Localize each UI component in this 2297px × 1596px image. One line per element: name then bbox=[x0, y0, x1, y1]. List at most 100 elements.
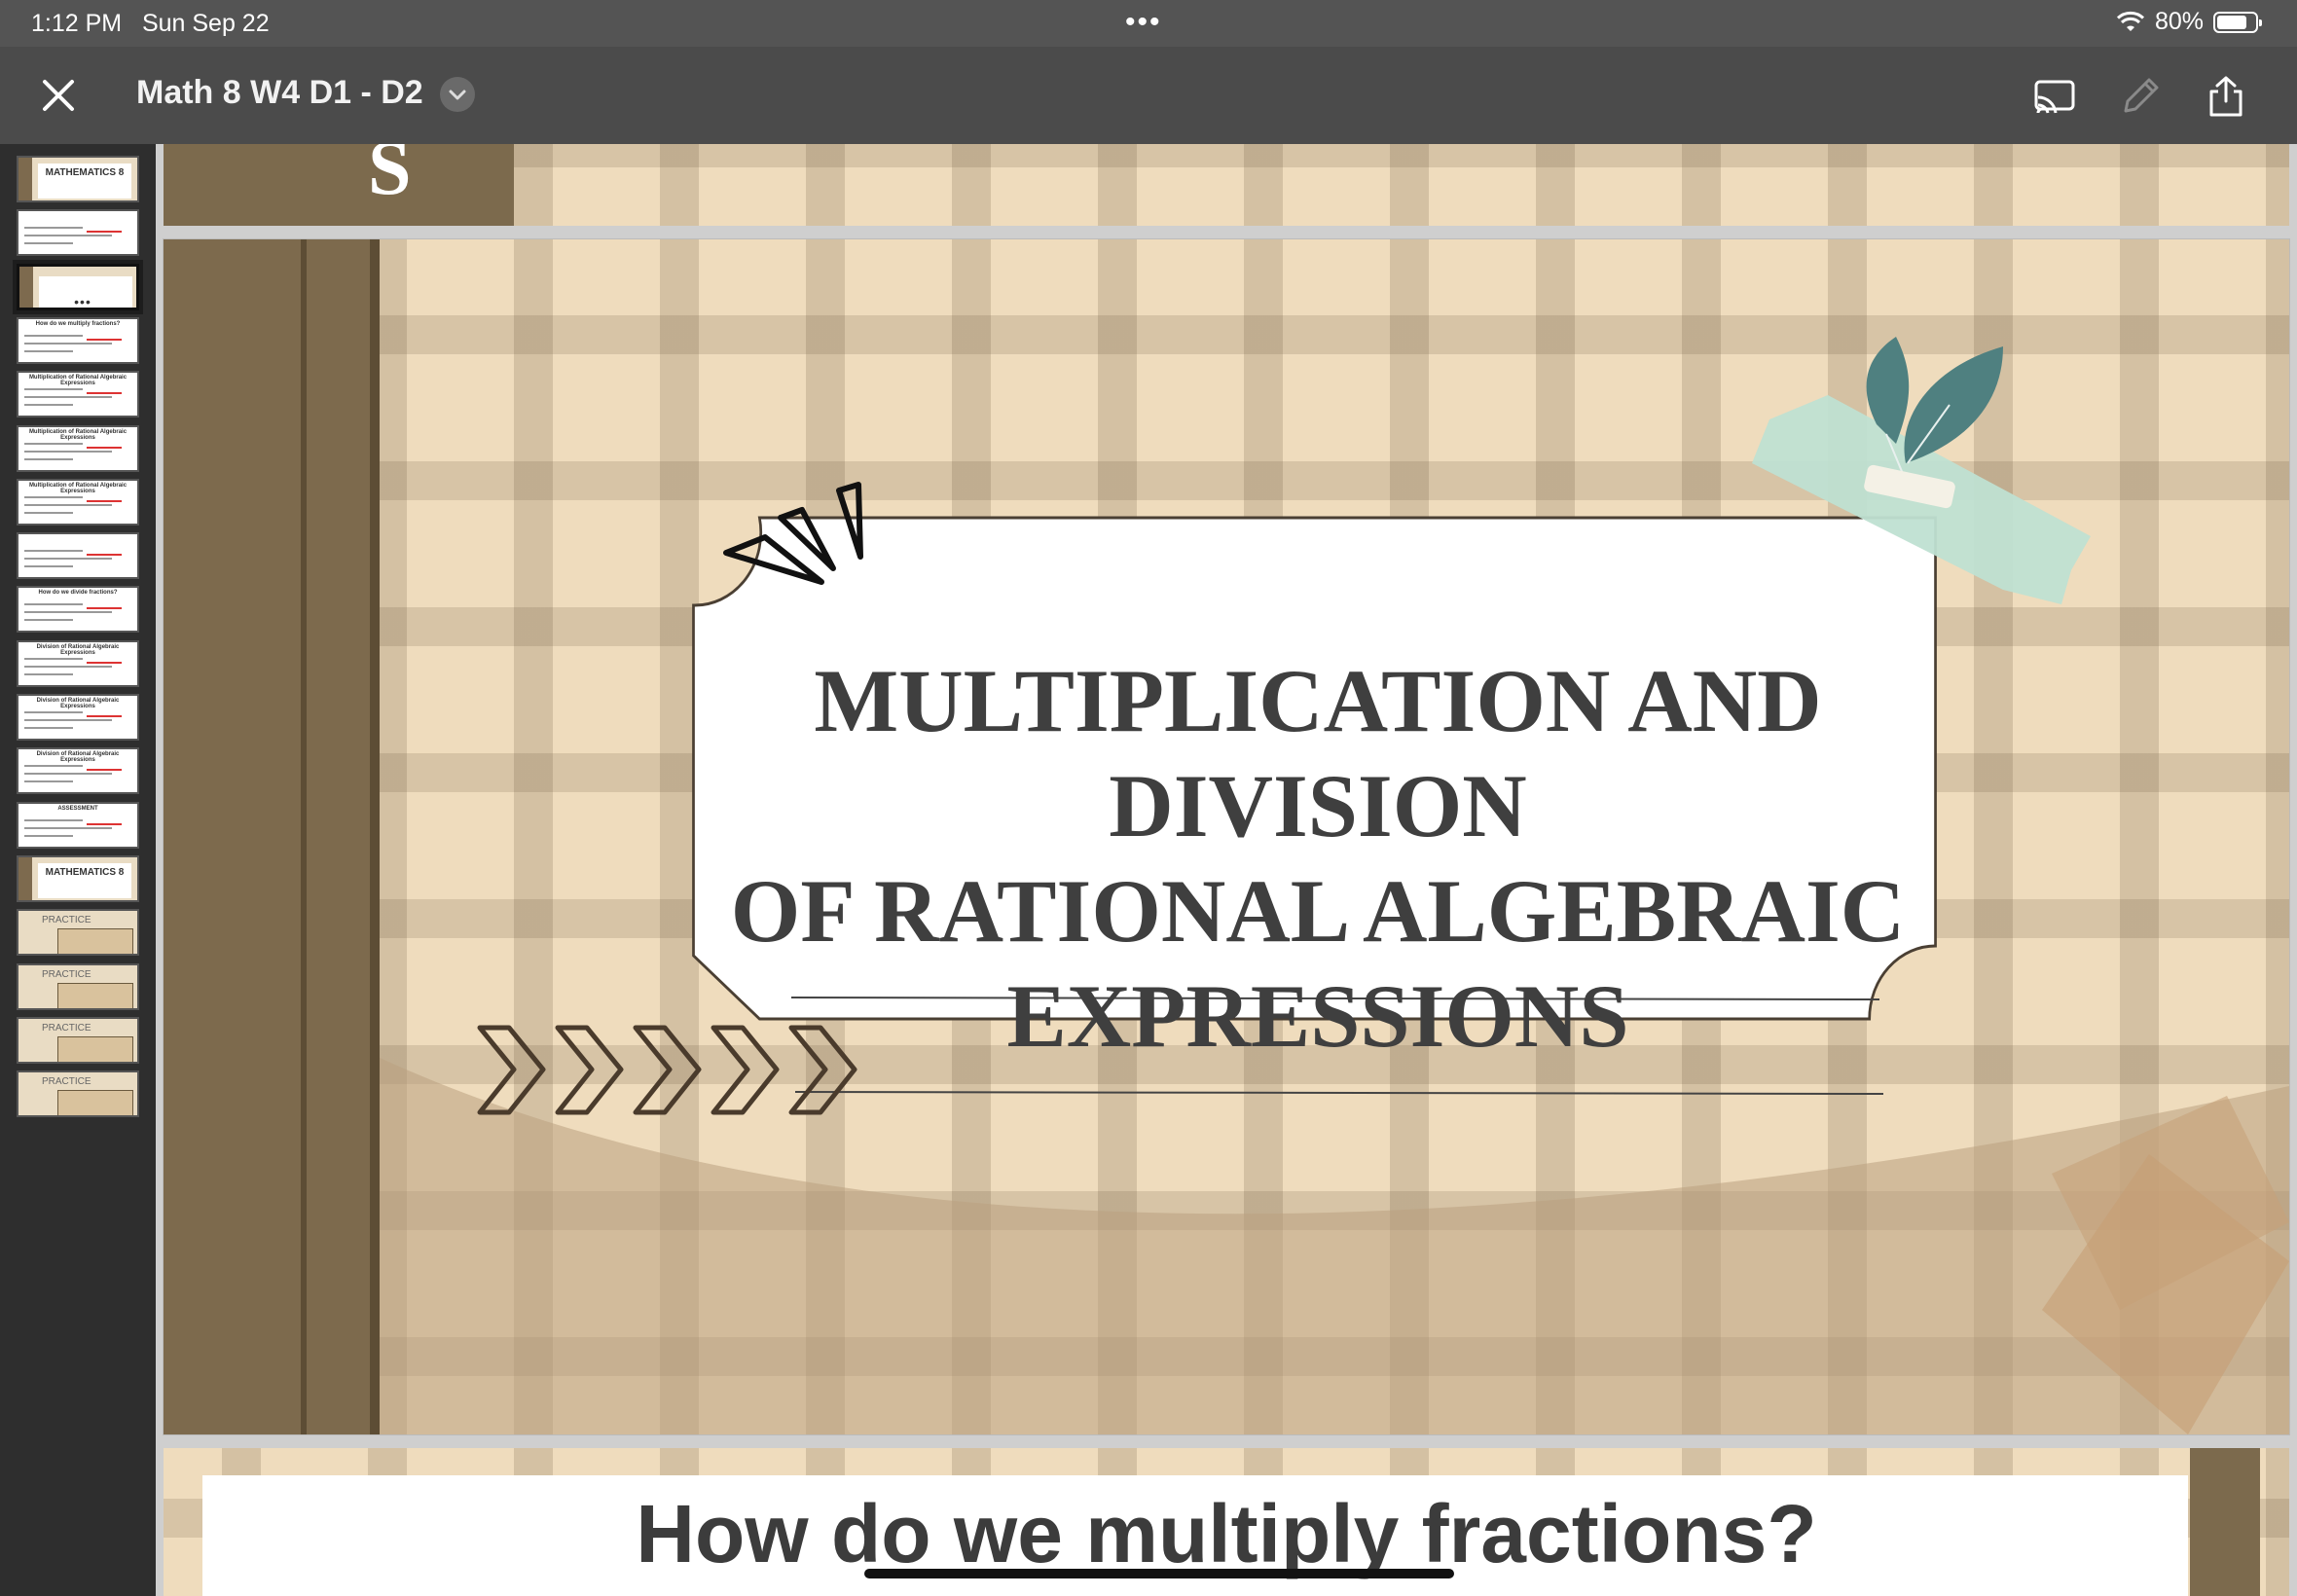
cast-icon[interactable] bbox=[2032, 74, 2077, 119]
thumb-text-line bbox=[24, 611, 112, 614]
slide-thumbnail[interactable]: Multiplication of Rational Algebraic Exp… bbox=[17, 424, 139, 472]
multitasking-dots-icon[interactable]: ••• bbox=[1125, 6, 1162, 39]
tape-with-leaves-decoration bbox=[1752, 337, 2091, 604]
thumb-title: Multiplication of Rational Algebraic Exp… bbox=[28, 482, 128, 494]
status-date: Sun Sep 22 bbox=[141, 10, 270, 37]
slide-thumbnail[interactable]: Multiplication of Rational Algebraic Exp… bbox=[17, 478, 139, 526]
thumb-red-text bbox=[87, 392, 122, 395]
thumb-title: MATHEMATICS 8 bbox=[45, 866, 125, 878]
document-title[interactable]: Math 8 W4 D1 - D2 bbox=[136, 74, 423, 112]
slide-thumbnail[interactable]: PRACTICE bbox=[17, 1016, 139, 1064]
document-toolbar: Math 8 W4 D1 - D2 bbox=[0, 47, 2297, 144]
thumb-red-text bbox=[87, 499, 122, 502]
share-icon[interactable] bbox=[2204, 74, 2248, 119]
slide-thumbnail[interactable]: How do we divide fractions? bbox=[17, 586, 139, 634]
slide-thumbnail[interactable]: ••• bbox=[13, 259, 143, 314]
pencil-icon[interactable] bbox=[2118, 74, 2163, 119]
thumb-title: PRACTICE bbox=[42, 1076, 91, 1088]
thumb-text-line bbox=[24, 565, 73, 568]
slide-thumbnail[interactable]: MATHEMATICS 8 bbox=[17, 156, 139, 202]
thumb-title: ASSESSMENT bbox=[57, 805, 98, 812]
close-icon[interactable] bbox=[37, 74, 80, 117]
battery-icon bbox=[2213, 11, 2262, 33]
slide-thumbnail[interactable] bbox=[17, 209, 139, 257]
slide-thumbnail[interactable]: Multiplication of Rational Algebraic Exp… bbox=[17, 371, 139, 418]
status-time-date: 1:12 PM Sun Sep 22 bbox=[31, 10, 270, 38]
thumb-red-text bbox=[87, 338, 122, 341]
previous-slide-partial[interactable]: S bbox=[164, 144, 2289, 226]
thumb-band bbox=[18, 158, 32, 200]
chevron-down-icon bbox=[449, 90, 466, 100]
slide-thumbnail[interactable]: Division of Rational Algebraic Expressio… bbox=[17, 747, 139, 795]
status-bar: 1:12 PM Sun Sep 22 ••• 80% bbox=[0, 0, 2297, 47]
slide-title: MULTIPLICATION AND DIVISION OF RATIONAL … bbox=[637, 648, 1999, 1069]
thumb-text-line bbox=[24, 242, 73, 245]
wifi-icon bbox=[2116, 11, 2144, 31]
thumb-red-text bbox=[87, 822, 122, 825]
thumb-red-text bbox=[87, 661, 122, 664]
thumb-practice-box bbox=[57, 982, 133, 1008]
thumb-text-line bbox=[24, 558, 112, 561]
thumb-title: How do we divide fractions? bbox=[38, 590, 118, 597]
thumb-red-text bbox=[87, 769, 122, 772]
thumb-red-text bbox=[87, 554, 122, 557]
thumb-text-line bbox=[24, 818, 83, 821]
thumb-text-line bbox=[24, 550, 83, 553]
thumb-title: MATHEMATICS 8 bbox=[45, 167, 125, 178]
title-menu-button[interactable] bbox=[440, 77, 475, 112]
slide-thumbnail[interactable] bbox=[17, 532, 139, 580]
thumb-title: Division of Rational Algebraic Expressio… bbox=[36, 643, 120, 656]
thumb-text-line bbox=[24, 834, 73, 837]
slide-thumbnail[interactable]: PRACTICE bbox=[17, 909, 139, 957]
slide-title-line: OF RATIONAL ALGEBRAIC bbox=[730, 861, 1906, 961]
thumb-card: MATHEMATICS 8 bbox=[38, 862, 131, 898]
thumb-text-line bbox=[24, 603, 83, 606]
slide-thumbnail[interactable]: MATHEMATICS 8 bbox=[17, 854, 139, 902]
thumb-text-line bbox=[24, 235, 112, 237]
thumb-band bbox=[18, 856, 32, 900]
previous-slide-text: S bbox=[368, 144, 412, 211]
thumb-red-text bbox=[87, 231, 122, 234]
thumb-text-line bbox=[24, 511, 73, 514]
thumb-text-line bbox=[24, 727, 73, 729]
thumb-text-line bbox=[24, 503, 112, 506]
status-indicators: 80% bbox=[2116, 8, 2262, 36]
slide-thumbnail[interactable]: Division of Rational Algebraic Expressio… bbox=[17, 694, 139, 741]
thumb-text-line bbox=[24, 495, 83, 498]
thumb-text-line bbox=[24, 450, 112, 453]
thumb-text-line bbox=[24, 396, 112, 399]
thumb-card: MATHEMATICS 8 bbox=[38, 163, 131, 199]
thumb-title: PRACTICE bbox=[42, 1022, 91, 1034]
thumb-text-line bbox=[24, 388, 83, 391]
thumb-text-line bbox=[24, 765, 83, 768]
thumb-red-text bbox=[87, 607, 122, 610]
next-slide-title: How do we multiply fractions? bbox=[636, 1488, 1817, 1579]
thumb-text-line bbox=[24, 349, 73, 352]
battery-percentage: 80% bbox=[2154, 8, 2204, 35]
slide-thumbnail[interactable]: PRACTICE bbox=[17, 1070, 139, 1118]
slide-thumbnail[interactable]: Division of Rational Algebraic Expressio… bbox=[17, 639, 139, 687]
thumb-title: Division of Rational Algebraic Expressio… bbox=[36, 751, 120, 764]
thumb-title: Division of Rational Algebraic Expressio… bbox=[36, 698, 120, 709]
thumb-red-text bbox=[87, 715, 122, 717]
slide-thumbnails-panel[interactable]: MATHEMATICS 8 ••• How do we multiply fract… bbox=[0, 144, 156, 1596]
thumb-text-line bbox=[24, 826, 112, 829]
thumb-text-line bbox=[24, 773, 112, 776]
thumb-text-line bbox=[24, 665, 112, 668]
thumb-red-text bbox=[87, 446, 122, 449]
thumb-text-line bbox=[24, 457, 73, 460]
status-time: 1:12 PM bbox=[31, 10, 123, 37]
thumb-text-line bbox=[24, 657, 83, 660]
slide-viewer[interactable]: S MULTIPLICATION AND DIVISION OF RATIONA… bbox=[156, 144, 2297, 1596]
thumb-text-line bbox=[24, 719, 112, 721]
thumb-text-line bbox=[24, 780, 73, 783]
current-slide[interactable]: MULTIPLICATION AND DIVISION OF RATIONAL … bbox=[164, 239, 2289, 1434]
home-indicator[interactable] bbox=[864, 1569, 1454, 1578]
thumb-title: PRACTICE bbox=[42, 915, 91, 926]
spark-lines-decoration bbox=[723, 482, 863, 585]
slide-thumbnail[interactable]: PRACTICE bbox=[17, 962, 139, 1010]
thumb-text-line bbox=[24, 342, 112, 345]
thumb-text-line bbox=[24, 227, 83, 230]
slide-thumbnail[interactable]: ASSESSMENT bbox=[17, 801, 139, 849]
slide-thumbnail[interactable]: How do we multiply fractions? bbox=[17, 316, 139, 364]
